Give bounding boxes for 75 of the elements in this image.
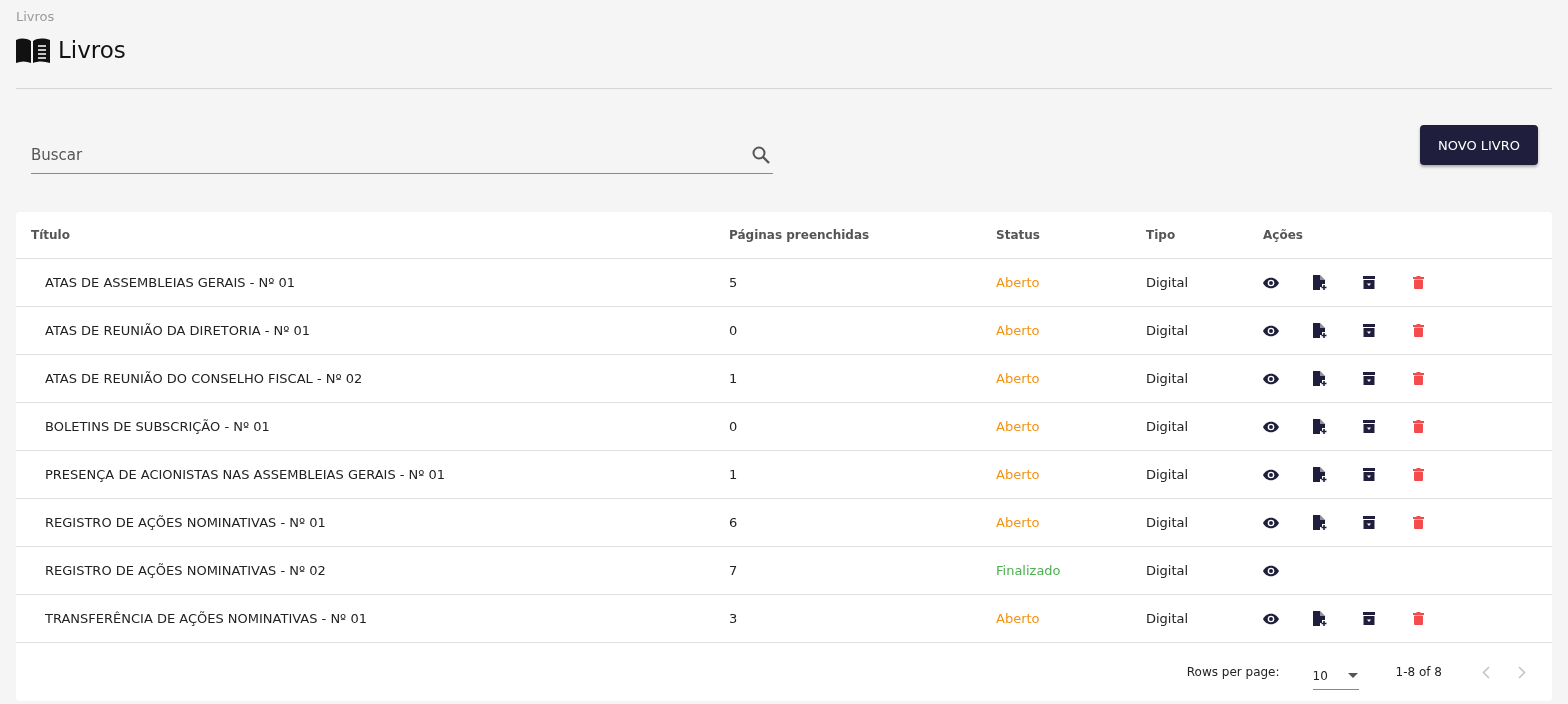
status-text: Aberto — [996, 467, 1041, 482]
pages-count: 5 — [729, 275, 739, 290]
caret-icon[interactable] — [1347, 673, 1358, 678]
book-title: ATAS DE REUNIÃO DA DIRETORIA - Nº 01 — [44, 323, 312, 338]
book-title: REGISTRO DE AÇÕES NOMINATIVAS - Nº 02 — [44, 563, 327, 578]
eye-icon[interactable] — [1263, 324, 1279, 337]
status-text: Aberto — [996, 611, 1041, 626]
archive-icon[interactable] — [1363, 276, 1375, 289]
eye-icon[interactable] — [1263, 420, 1279, 433]
column-header: Páginas preenchidas — [729, 228, 871, 242]
file-plus-icon[interactable] — [1313, 418, 1328, 435]
archive-icon[interactable] — [1363, 420, 1375, 433]
status-text: Finalizado — [996, 563, 1062, 578]
trash-icon[interactable] — [1413, 468, 1424, 481]
page-range: 1-8 of 8 — [1395, 665, 1442, 679]
eye-icon[interactable] — [1263, 564, 1279, 577]
eye-icon[interactable] — [1263, 612, 1279, 625]
column-header: Título — [30, 228, 71, 242]
trash-icon[interactable] — [1413, 372, 1424, 385]
eye-icon[interactable] — [1263, 516, 1279, 529]
archive-icon[interactable] — [1363, 468, 1375, 481]
pages-count: 0 — [729, 323, 739, 338]
pages-count: 0 — [729, 419, 739, 434]
eye-icon[interactable] — [1263, 276, 1279, 289]
rows-per-page-label: Rows per page: — [1186, 665, 1280, 679]
book-title: ATAS DE ASSEMBLEIAS GERAIS - Nº 01 — [44, 275, 296, 290]
pages-count: 3 — [729, 611, 739, 626]
type-text: Digital — [1146, 323, 1190, 338]
status-text: Aberto — [996, 515, 1041, 530]
type-text: Digital — [1146, 515, 1190, 530]
type-text: Digital — [1146, 563, 1190, 578]
book-title: BOLETINS DE SUBSCRIÇÃO - Nº 01 — [44, 419, 271, 434]
status-text: Aberto — [996, 371, 1041, 386]
pages-count: 6 — [729, 515, 739, 530]
file-plus-icon[interactable] — [1313, 610, 1328, 627]
file-plus-icon[interactable] — [1313, 274, 1328, 291]
column-header: Status — [996, 228, 1041, 242]
file-plus-icon[interactable] — [1313, 466, 1328, 483]
trash-icon[interactable] — [1413, 612, 1424, 625]
pages-count: 7 — [729, 563, 739, 578]
trash-icon[interactable] — [1413, 420, 1424, 433]
page-title: Livros — [58, 37, 126, 63]
archive-icon[interactable] — [1363, 372, 1375, 385]
file-plus-icon[interactable] — [1313, 322, 1328, 339]
file-plus-icon[interactable] — [1313, 514, 1328, 531]
archive-icon[interactable] — [1363, 612, 1375, 625]
type-text: Digital — [1146, 275, 1190, 290]
trash-icon[interactable] — [1413, 324, 1424, 337]
new-book-button[interactable]: NOVO LIVRO — [1420, 125, 1538, 165]
trash-icon[interactable] — [1413, 516, 1424, 529]
book-icon — [16, 37, 50, 63]
archive-icon[interactable] — [1363, 516, 1375, 529]
type-text: Digital — [1146, 419, 1190, 434]
status-text: Aberto — [996, 419, 1041, 434]
book-title: PRESENÇA DE ACIONISTAS NAS ASSEMBLEIAS GERAIS - Nº 01 — [44, 467, 447, 482]
file-plus-icon[interactable] — [1313, 370, 1328, 387]
rows-per-page-select[interactable]: 10 — [1312, 662, 1359, 690]
type-text: Digital — [1146, 371, 1190, 386]
book-title: REGISTRO DE AÇÕES NOMINATIVAS - Nº 01 — [44, 515, 327, 530]
trash-icon[interactable] — [1413, 276, 1424, 289]
column-header: Ações — [1263, 228, 1304, 242]
status-text: Aberto — [996, 275, 1041, 290]
pages-count: 1 — [729, 371, 739, 386]
eye-icon[interactable] — [1263, 372, 1279, 385]
eye-icon[interactable] — [1263, 468, 1279, 481]
search-icon[interactable] — [752, 146, 770, 164]
type-text: Digital — [1146, 611, 1190, 626]
archive-icon[interactable] — [1363, 324, 1375, 337]
pages-count: 1 — [729, 467, 739, 482]
column-header: Tipo — [1146, 228, 1177, 242]
status-text: Aberto — [996, 323, 1041, 338]
type-text: Digital — [1146, 467, 1190, 482]
book-title: TRANSFERÊNCIA DE AÇÕES NOMINATIVAS - Nº 01 — [44, 611, 368, 626]
book-title: ATAS DE REUNIÃO DO CONSELHO FISCAL - Nº 02 — [44, 371, 364, 386]
search-field[interactable]: Buscar — [31, 136, 773, 174]
